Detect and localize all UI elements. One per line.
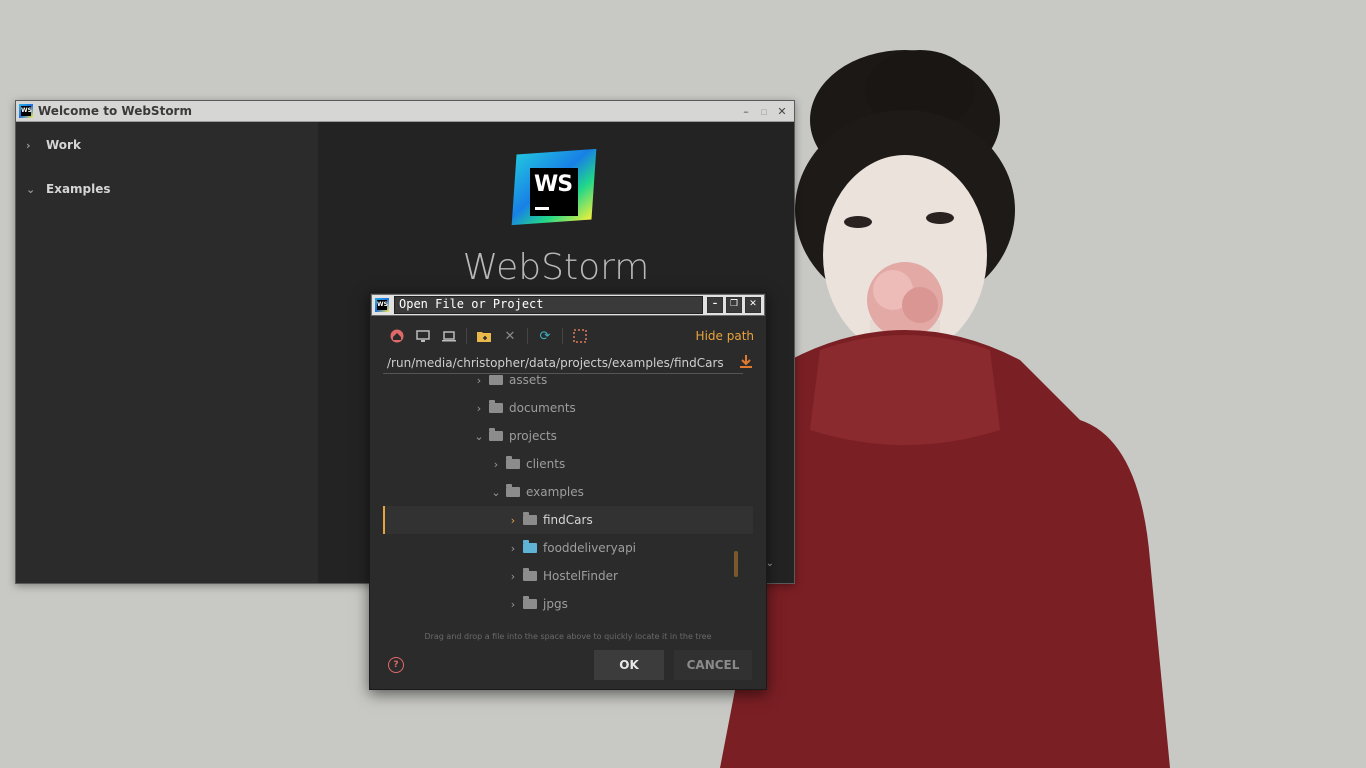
logo-text: WS xyxy=(534,172,573,197)
folder-icon xyxy=(506,484,520,497)
delete-icon[interactable]: ✕ xyxy=(501,327,519,345)
chevron-right-icon[interactable]: › xyxy=(505,598,521,611)
tree-row-hostelfinder[interactable]: › HostelFinder xyxy=(383,562,753,590)
download-icon[interactable] xyxy=(740,355,752,372)
folder-icon xyxy=(523,596,537,609)
tree-row-documents[interactable]: › documents xyxy=(383,394,753,422)
projects-sidebar: › Work ⌄ Examples xyxy=(16,122,318,583)
close-icon[interactable]: ✕ xyxy=(745,297,761,313)
folder-icon xyxy=(489,375,503,385)
chevron-right-icon[interactable]: › xyxy=(471,402,487,415)
tree-row-examples[interactable]: ⌄ examples xyxy=(383,478,753,506)
welcome-titlebar[interactable]: Welcome to WebStorm – ▫ ✕ xyxy=(16,101,794,122)
folder-icon xyxy=(489,400,503,413)
project-group-label: Work xyxy=(46,138,81,152)
laptop-icon[interactable] xyxy=(440,327,458,345)
tree-row-jpgs[interactable]: › jpgs xyxy=(383,590,753,618)
module-folder-icon xyxy=(523,540,537,553)
toolbar-divider xyxy=(562,328,563,344)
project-group-label: Examples xyxy=(46,182,111,196)
chevron-right-icon[interactable]: › xyxy=(505,570,521,583)
folder-icon xyxy=(523,512,537,525)
project-group-examples[interactable]: ⌄ Examples xyxy=(26,182,111,196)
folder-icon xyxy=(506,456,520,469)
chevron-right-icon[interactable]: › xyxy=(488,458,504,471)
maximize-icon[interactable]: ▫ xyxy=(755,105,773,118)
tree-scrollbar[interactable] xyxy=(734,551,738,577)
webstorm-app-icon xyxy=(375,298,389,312)
tree-row-label: projects xyxy=(509,429,557,443)
dialog-title: Open File or Project xyxy=(394,296,703,314)
new-folder-icon[interactable] xyxy=(475,327,493,345)
desktop-icon[interactable] xyxy=(414,327,432,345)
file-tree[interactable]: › assets › documents ⌄ projects › client… xyxy=(383,375,753,631)
project-group-work[interactable]: › Work xyxy=(26,138,81,152)
webstorm-app-icon xyxy=(19,104,33,118)
ok-button[interactable]: OK xyxy=(594,650,664,680)
open-file-dialog: Open File or Project – ❐ ✕ ✕ ⟳ Hide path… xyxy=(369,292,767,690)
tree-row-label: assets xyxy=(509,375,548,387)
close-icon[interactable]: ✕ xyxy=(773,105,791,118)
chevron-down-icon[interactable]: ⌄ xyxy=(471,430,487,443)
tree-row-label: jpgs xyxy=(543,597,568,611)
chevron-right-icon[interactable]: › xyxy=(505,514,521,527)
home-icon[interactable] xyxy=(388,327,406,345)
tree-row-label: examples xyxy=(526,485,584,499)
welcome-window-title: Welcome to WebStorm xyxy=(38,104,192,118)
app-name: WebStorm xyxy=(462,247,650,288)
tree-row-projects[interactable]: ⌄ projects xyxy=(383,422,753,450)
cancel-button[interactable]: CANCEL xyxy=(674,650,752,680)
chevron-right-icon[interactable]: › xyxy=(505,542,521,555)
tree-row-label: clients xyxy=(526,457,566,471)
drag-drop-hint: Drag and drop a file into the space abov… xyxy=(424,632,712,641)
chevron-right-icon[interactable]: › xyxy=(471,375,487,387)
path-input[interactable]: /run/media/christopher/data/projects/exa… xyxy=(383,353,743,374)
hide-path-link[interactable]: Hide path xyxy=(696,329,754,343)
restore-icon[interactable]: ❐ xyxy=(726,297,742,313)
minimize-icon[interactable]: – xyxy=(737,105,755,118)
chevron-down-icon[interactable]: ⌄ xyxy=(488,486,504,499)
help-icon[interactable]: ? xyxy=(388,657,404,673)
dialog-toolbar: ✕ ⟳ Hide path xyxy=(388,327,754,345)
tree-row-label: fooddeliveryapi xyxy=(543,541,637,555)
tree-row-assets[interactable]: › assets xyxy=(383,375,753,394)
select-region-icon[interactable] xyxy=(571,327,589,345)
folder-icon xyxy=(523,568,537,581)
chevron-right-icon: › xyxy=(26,138,31,152)
dialog-titlebar[interactable]: Open File or Project – ❐ ✕ xyxy=(371,294,765,316)
minimize-icon[interactable]: – xyxy=(707,297,723,313)
toolbar-divider xyxy=(466,328,467,344)
tree-row-label: documents xyxy=(509,401,576,415)
tree-row-clients[interactable]: › clients xyxy=(383,450,753,478)
tree-row-label: findCars xyxy=(543,513,593,527)
folder-icon xyxy=(489,428,503,441)
tree-row-fooddeliveryapi[interactable]: › fooddeliveryapi xyxy=(383,534,753,562)
refresh-icon[interactable]: ⟳ xyxy=(536,327,554,345)
tree-row-label: HostelFinder xyxy=(543,569,618,583)
webstorm-logo: WS xyxy=(511,148,598,226)
toolbar-divider xyxy=(527,328,528,344)
chevron-down-icon: ⌄ xyxy=(26,182,36,196)
tree-row-findcars[interactable]: › findCars xyxy=(383,506,753,534)
